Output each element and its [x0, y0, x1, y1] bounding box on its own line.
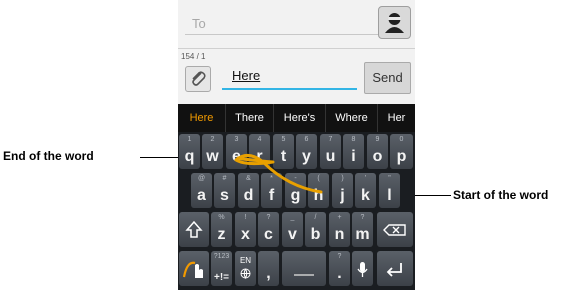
key-c[interactable]: ? c	[258, 212, 279, 247]
delete-key[interactable]	[377, 212, 413, 247]
language-key[interactable]: EN	[235, 251, 256, 286]
end-of-word-label: End of the word	[3, 149, 94, 163]
comma-key[interactable]: ,	[258, 251, 279, 286]
key-m[interactable]: ? m	[352, 212, 373, 247]
paperclip-icon	[192, 71, 206, 86]
compose-divider	[178, 48, 415, 49]
gesture-key[interactable]	[179, 251, 209, 286]
message-input[interactable]: Here	[222, 64, 357, 90]
attach-button[interactable]	[185, 66, 211, 92]
swipe-trail	[234, 154, 323, 194]
keyboard-row-4: ?123 +!= EN , ?.	[178, 249, 415, 287]
suggestion-item[interactable]: Her	[378, 104, 415, 132]
send-button[interactable]: Send	[364, 62, 411, 94]
keyboard-row-3: % z ! x ? c _ v / b + n ? m	[178, 210, 415, 248]
suggestion-item[interactable]: There	[226, 104, 274, 132]
compose-area: To 154 / 1 Here Send	[178, 0, 415, 106]
suggestion-bar: Here There Here's Where Her	[178, 104, 415, 132]
key-x[interactable]: ! x	[235, 212, 256, 247]
character-counter: 154 / 1	[181, 52, 206, 61]
swipe-hand-icon	[182, 261, 203, 278]
backspace-icon	[383, 224, 406, 236]
suggestion-item[interactable]: Here	[178, 104, 226, 132]
suggestion-item[interactable]: Here's	[274, 104, 326, 132]
keyboard: 1q 2w 3e 4r 5t 6y 7u 8i 9o 0p @ a # s & d *…	[178, 132, 415, 290]
contact-icon	[385, 13, 404, 33]
shift-key[interactable]	[179, 212, 209, 247]
phone-screen: To 154 / 1 Here Send Here There Here's W…	[178, 0, 415, 290]
period-key[interactable]: ?.	[329, 251, 350, 286]
key-b[interactable]: / b	[305, 212, 326, 247]
symbols-key[interactable]: ?123 +!=	[211, 251, 232, 286]
start-of-word-label: Start of the word	[453, 188, 549, 202]
recipient-input[interactable]: To	[185, 14, 384, 35]
spacebar[interactable]	[282, 251, 326, 286]
enter-key[interactable]	[377, 251, 413, 286]
key-n[interactable]: + n	[329, 212, 350, 247]
key-v[interactable]: _ v	[282, 212, 303, 247]
add-contact-button[interactable]	[378, 6, 411, 39]
microphone-icon	[357, 262, 368, 277]
shift-arrow-icon	[185, 220, 203, 238]
space-icon	[294, 274, 314, 276]
globe-icon	[240, 268, 251, 279]
suggestion-item[interactable]: Where	[326, 104, 378, 132]
enter-arrow-icon	[386, 263, 402, 277]
key-z[interactable]: % z	[211, 212, 232, 247]
message-text: Here	[232, 68, 261, 83]
voice-key[interactable]	[352, 251, 373, 286]
